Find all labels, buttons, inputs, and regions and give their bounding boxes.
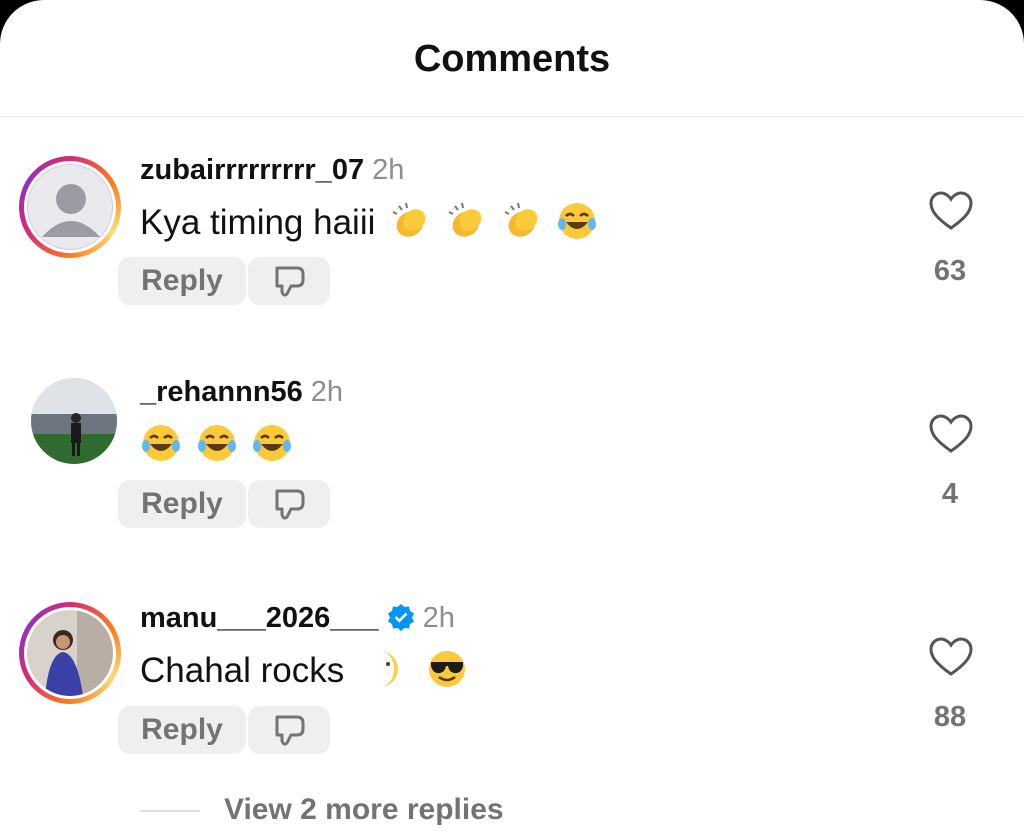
comment-username[interactable]: manu___2026___ 2h [140,602,455,635]
default-avatar-icon [42,184,100,237]
dislike-button[interactable] [248,480,330,528]
like-count: 63 [933,255,967,287]
reply-button[interactable]: Reply [118,257,246,305]
reply-button[interactable]: Reply [118,706,246,754]
moon-face-icon [379,651,398,687]
comment-username[interactable]: _rehannn56 2h [140,376,343,409]
stadium-photo-icon [31,378,117,464]
person-photo-icon [27,610,113,696]
like-heart-icon[interactable] [929,191,973,231]
comment-time: 2h [422,602,455,634]
story-ring[interactable] [19,602,121,704]
sunglasses-face-icon [428,651,465,687]
replies-divider [140,810,200,812]
clapping-hands-icon [392,202,426,237]
dislike-button[interactable] [248,257,330,305]
clapping-hands-icon [504,202,537,237]
comment-username[interactable]: zubairrrrrrrrr_07 2h [140,154,404,187]
like-heart-icon[interactable] [929,637,973,677]
like-count: 88 [933,701,967,733]
comment-text [140,422,293,465]
comment-time: 2h [310,376,344,408]
comment-item: zubairrrrrrrrr_07 2h Kya timing haiii Rep… [0,154,1024,356]
page-title: Comments [413,38,611,80]
like-count: 4 [941,478,959,510]
comments-sheet: Comments zubairrrrrrrrr_07 2h Kya timing … [0,0,1024,840]
clapping-hands-icon [448,202,482,237]
reply-button[interactable]: Reply [118,480,246,528]
comments-header: Comments [0,0,1024,117]
verified-badge-icon [387,604,414,631]
story-ring[interactable] [19,156,121,258]
tears-of-joy-icon [142,425,180,461]
view-more-replies-button[interactable]: View 2 more replies [224,793,504,827]
thumbs-down-icon [275,489,305,520]
comment-text: Chahal rocks [140,648,468,691]
comment-text: Kya timing haiii [140,200,598,243]
tears-of-joy-icon [197,425,236,461]
tears-of-joy-icon [558,203,597,239]
tears-of-joy-icon [253,425,292,461]
avatar[interactable] [31,378,117,464]
like-heart-icon[interactable] [929,414,973,454]
dislike-button[interactable] [248,706,330,754]
avatar[interactable] [27,610,113,696]
comment-item: _rehannn56 2h Reply 4 [0,376,1024,578]
thumbs-down-icon [275,266,305,297]
avatar[interactable] [27,164,113,250]
comment-item: manu___2026___ 2h Chahal rocks Reply 88 [0,602,1024,802]
comment-time: 2h [372,154,405,186]
thumbs-down-icon [275,715,305,746]
